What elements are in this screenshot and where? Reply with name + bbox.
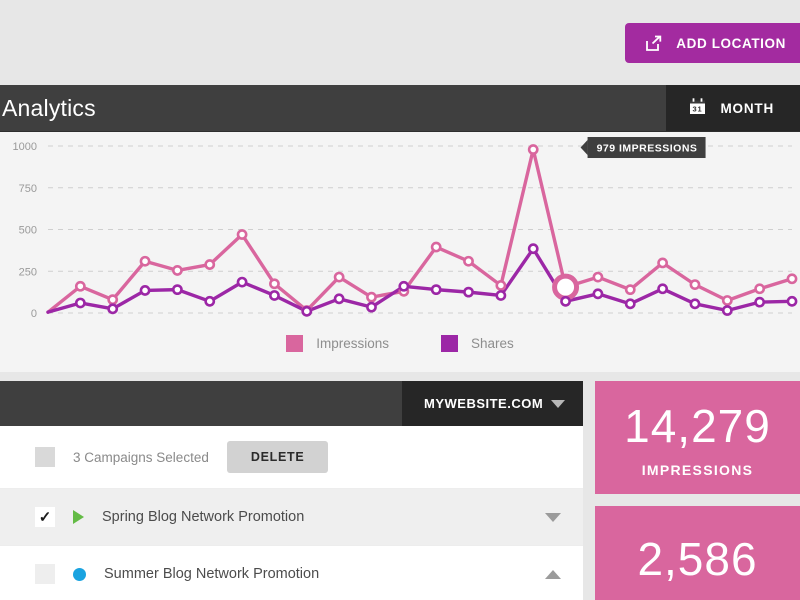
chart-data-point[interactable] xyxy=(333,271,345,283)
campaigns-panel: MYWEBSITE.COM 3 Campaigns Selected DELET… xyxy=(0,381,583,600)
chart-series-line-shares xyxy=(46,247,794,314)
campaign-row-spring[interactable]: ✓ Spring Blog Network Promotion xyxy=(0,488,583,545)
chart-data-point[interactable] xyxy=(430,284,442,296)
chart-data-point[interactable] xyxy=(204,295,216,307)
chart-data-point[interactable] xyxy=(463,255,474,267)
y-axis-tick-label: 500 xyxy=(19,225,37,237)
chart-data-point[interactable] xyxy=(495,290,507,301)
chart-data-point[interactable] xyxy=(689,298,701,310)
chart-data-point[interactable] xyxy=(657,257,669,269)
chart-data-point[interactable] xyxy=(366,291,377,303)
legend-item-impressions: Impressions xyxy=(286,335,389,352)
chart-data-point[interactable] xyxy=(366,301,377,313)
chart-data-point[interactable] xyxy=(139,255,151,267)
chart-data-point[interactable] xyxy=(74,297,86,309)
select-all-checkbox[interactable] xyxy=(35,447,55,467)
chart-data-point[interactable] xyxy=(171,265,183,276)
chart-data-point[interactable] xyxy=(624,284,636,296)
y-axis-tick-label: 750 xyxy=(19,183,37,195)
site-dropdown[interactable]: MYWEBSITE.COM xyxy=(402,381,583,426)
month-label: MONTH xyxy=(720,100,774,116)
add-location-label: ADD LOCATION xyxy=(676,35,786,51)
chart-data-point[interactable] xyxy=(204,259,216,270)
chart-data-point[interactable] xyxy=(398,280,410,292)
analytics-line-chart: 0 250 500 750 1000 979 IMPRESSIONS xyxy=(13,137,798,320)
delete-button[interactable]: DELETE xyxy=(226,441,329,473)
chart-data-point[interactable] xyxy=(301,305,313,317)
chart-data-point[interactable] xyxy=(592,288,604,300)
y-axis-tick-label: 0 xyxy=(31,308,37,320)
calendar-day-number: 31 xyxy=(692,105,702,114)
chart-tooltip-label: 979 IMPRESSIONS xyxy=(597,143,698,155)
chart-data-point[interactable] xyxy=(786,273,798,285)
add-location-button[interactable]: ADD LOCATION xyxy=(625,23,800,63)
chevron-down-icon[interactable] xyxy=(545,512,561,522)
legend-label-impressions: Impressions xyxy=(316,336,389,351)
chevron-up-icon[interactable] xyxy=(545,569,561,579)
chart-data-point[interactable] xyxy=(754,283,766,295)
chart-data-point[interactable] xyxy=(430,241,442,253)
month-selector-button[interactable]: 31 MONTH xyxy=(665,85,800,131)
chart-data-point[interactable] xyxy=(721,295,733,306)
chart-legend: Impressions Shares xyxy=(0,327,800,352)
site-dropdown-value: MYWEBSITE.COM xyxy=(424,396,544,411)
circle-icon xyxy=(73,567,86,581)
chart-data-point[interactable] xyxy=(107,294,119,306)
play-icon xyxy=(73,510,84,524)
y-axis-tick-label: 250 xyxy=(19,266,37,278)
selection-count-label: 3 Campaigns Selected xyxy=(73,449,209,465)
y-axis-tick-label: 1000 xyxy=(13,141,37,153)
selection-toolbar: 3 Campaigns Selected DELETE xyxy=(0,426,583,488)
stat-card-impressions: 14,279 IMPRESSIONS xyxy=(595,381,800,494)
stats-column: 14,279 IMPRESSIONS 2,586 xyxy=(595,381,800,600)
chart-data-point[interactable] xyxy=(721,305,733,316)
chart-data-point[interactable] xyxy=(552,273,580,301)
stat-value-secondary: 2,586 xyxy=(637,533,758,585)
chart-data-point[interactable] xyxy=(139,285,151,296)
chart-data-point[interactable] xyxy=(269,290,280,301)
campaign-checkbox-spring[interactable]: ✓ xyxy=(35,507,55,527)
tooltip-arrow xyxy=(580,140,588,156)
analytics-chart-panel: 0 250 500 750 1000 979 IMPRESSIONS Impression… xyxy=(0,132,800,372)
chart-data-point[interactable] xyxy=(657,283,669,295)
chart-data-point[interactable] xyxy=(754,296,766,308)
chart-data-point[interactable] xyxy=(624,298,636,310)
share-export-icon xyxy=(645,35,662,52)
chart-data-point[interactable] xyxy=(171,284,183,296)
stat-value-impressions: 14,279 xyxy=(624,400,771,452)
calendar-icon: 31 xyxy=(688,97,707,119)
chart-data-point[interactable] xyxy=(786,295,798,307)
stat-label-impressions: IMPRESSIONS xyxy=(641,462,754,478)
legend-swatch-impressions xyxy=(286,335,304,352)
campaign-row-summer[interactable]: Summer Blog Network Promotion xyxy=(0,545,583,600)
chart-data-point[interactable] xyxy=(236,229,248,240)
top-bar: ADD LOCATION xyxy=(0,0,800,85)
chart-data-point[interactable] xyxy=(527,144,539,155)
campaign-name-spring: Spring Blog Network Promotion xyxy=(102,509,305,525)
campaigns-panel-header: MYWEBSITE.COM xyxy=(0,381,583,426)
chart-data-point[interactable] xyxy=(463,286,474,298)
chevron-down-icon xyxy=(551,399,565,408)
legend-label-shares: Shares xyxy=(471,336,514,351)
page-title: Analytics xyxy=(2,94,96,121)
chart-data-point[interactable] xyxy=(333,293,345,305)
stat-card-secondary: 2,586 xyxy=(595,506,800,600)
campaign-checkbox-summer[interactable] xyxy=(35,564,55,584)
legend-item-shares: Shares xyxy=(441,335,514,352)
chart-data-point[interactable] xyxy=(527,243,539,255)
chart-data-point[interactable] xyxy=(74,280,86,292)
chart-data-point[interactable] xyxy=(689,279,701,291)
campaign-name-summer: Summer Blog Network Promotion xyxy=(104,566,320,582)
analytics-header: Analytics 31 MONTH xyxy=(0,85,800,132)
chart-data-point[interactable] xyxy=(107,303,119,315)
chart-data-point[interactable] xyxy=(495,280,507,291)
legend-swatch-shares xyxy=(441,335,458,352)
chart-data-point[interactable] xyxy=(236,276,248,288)
chart-data-point[interactable] xyxy=(269,278,280,290)
lower-section: MYWEBSITE.COM 3 Campaigns Selected DELET… xyxy=(0,372,800,600)
chart-data-point[interactable] xyxy=(592,271,604,283)
chart-data-point[interactable] xyxy=(560,295,571,307)
